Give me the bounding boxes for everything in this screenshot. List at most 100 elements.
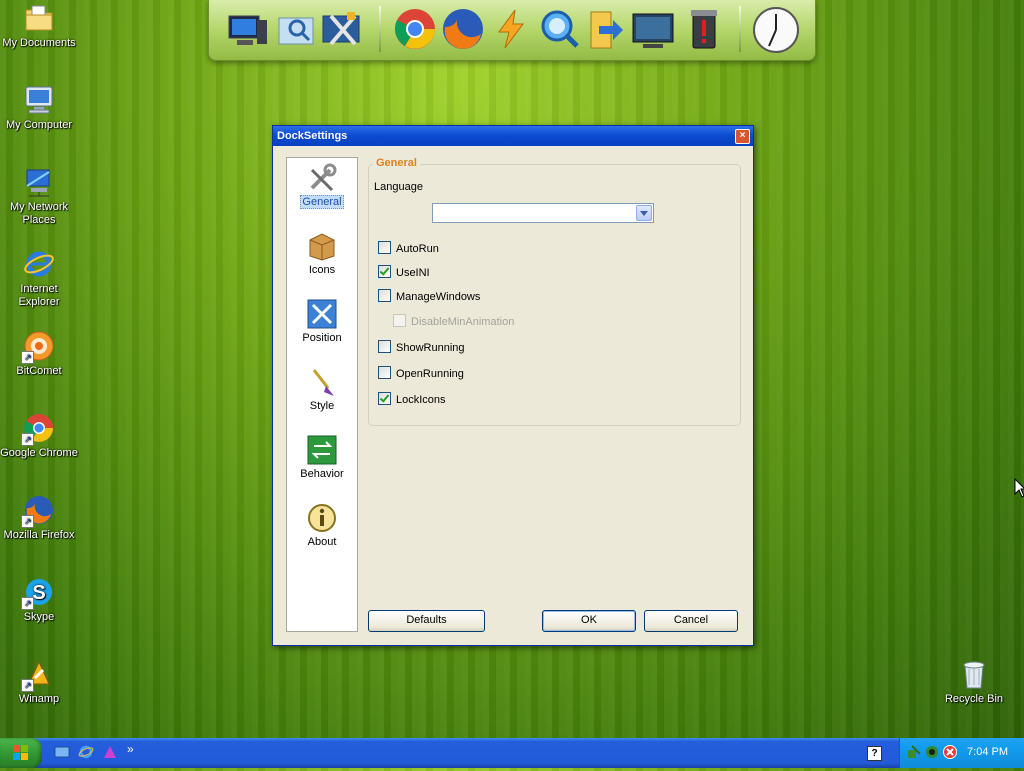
nav-item-behavior[interactable]: Behavior xyxy=(287,434,357,498)
box-icon xyxy=(306,230,338,262)
dock-folder-icon[interactable] xyxy=(585,6,629,52)
desktop-icon-label: My Documents xyxy=(2,37,76,49)
nav-item-label: Icons xyxy=(308,264,336,276)
nav-item-label: Behavior xyxy=(300,468,344,480)
dialog-title: DockSettings xyxy=(277,130,348,142)
defaults-button[interactable]: Defaults xyxy=(368,610,485,632)
desktop-icon-label: My Computer xyxy=(5,119,73,131)
taskbar: » ? 7:04 PM xyxy=(0,738,1024,768)
desktop-icon-firefox[interactable]: ↗ Mozilla Firefox xyxy=(0,494,78,542)
quicklaunch-more-icon[interactable]: » xyxy=(127,742,134,756)
desktop-icon-label: Recycle Bin xyxy=(944,693,1004,705)
desktop-icon-recycle-bin[interactable]: Recycle Bin xyxy=(935,658,1013,706)
bitcomet-icon: ↗ xyxy=(21,330,55,364)
dialog-titlebar[interactable]: DockSettings × xyxy=(273,126,753,146)
nav-item-about[interactable]: About xyxy=(287,502,357,566)
cancel-button[interactable]: Cancel xyxy=(644,610,738,632)
desktop-icon-label: Skype xyxy=(23,611,55,623)
firefox-icon: ↗ xyxy=(21,494,55,528)
system-tray: 7:04 PM xyxy=(899,738,1024,768)
group-title: General xyxy=(373,157,420,169)
nav-item-label: Position xyxy=(302,332,342,344)
nav-item-label: About xyxy=(307,536,337,548)
dock-recycle-icon[interactable] xyxy=(683,6,727,52)
desktop-icon-label: Mozilla Firefox xyxy=(3,529,75,541)
dock-firefox-icon[interactable] xyxy=(441,6,485,52)
desktop-icon-network[interactable]: My Network Places xyxy=(0,166,78,227)
language-select[interactable] xyxy=(432,203,654,223)
nav-item-icons[interactable]: Icons xyxy=(287,230,357,294)
chrome-icon: ↗ xyxy=(21,412,55,446)
option-managewindows[interactable]: ManageWindows xyxy=(378,289,480,305)
ie-quicklaunch-icon[interactable] xyxy=(78,744,94,760)
desktop-icon-label: BitComet xyxy=(16,365,62,377)
dock-display-icon[interactable] xyxy=(275,6,319,52)
folder-documents-icon xyxy=(23,2,55,34)
desktop-icon-my-documents[interactable]: My Documents xyxy=(0,2,78,50)
dock-settings-dialog: DockSettings × General Icons Position St… xyxy=(272,125,754,646)
brush-icon xyxy=(306,366,338,398)
close-icon[interactable]: × xyxy=(735,129,750,144)
option-label: ManageWindows xyxy=(396,291,481,303)
windows-logo-icon xyxy=(13,745,28,760)
dock-clock-icon[interactable] xyxy=(753,6,799,53)
option-lockicons[interactable]: LockIcons xyxy=(378,392,446,408)
desktop-icon-ie[interactable]: Internet Explorer xyxy=(0,248,78,309)
desktop-icon-winamp[interactable]: ↗ Winamp xyxy=(0,658,78,706)
alert-tray-icon[interactable] xyxy=(942,744,958,760)
checkbox[interactable] xyxy=(378,289,391,302)
option-label: ShowRunning xyxy=(396,342,465,354)
checkbox-disabled xyxy=(393,314,406,327)
tools-icon xyxy=(306,162,338,194)
dock-chrome-icon[interactable] xyxy=(393,6,437,52)
desktop-icon-label: Winamp xyxy=(18,693,60,705)
nav-item-general[interactable]: General xyxy=(287,162,357,226)
nav-item-position[interactable]: Position xyxy=(287,298,357,362)
dock-search-icon[interactable] xyxy=(537,6,581,52)
recycle-bin-icon xyxy=(958,658,990,690)
checkbox-checked[interactable] xyxy=(378,392,391,405)
option-autorun[interactable]: AutoRun xyxy=(378,241,439,257)
computer-icon xyxy=(23,84,55,116)
clock[interactable]: 7:04 PM xyxy=(967,746,1008,758)
show-desktop-icon[interactable] xyxy=(54,744,70,760)
start-button[interactable] xyxy=(0,738,42,768)
checkbox[interactable] xyxy=(378,366,391,379)
option-showrunning[interactable]: ShowRunning xyxy=(378,340,465,356)
nav-item-label: Style xyxy=(309,400,335,412)
desktop-icon-chrome[interactable]: ↗ Google Chrome xyxy=(0,412,78,460)
option-useini[interactable]: UseINI xyxy=(378,265,430,281)
nav-item-style[interactable]: Style xyxy=(287,366,357,430)
svg-text:S: S xyxy=(32,582,45,604)
desktop-icon-bitcomet[interactable]: ↗ BitComet xyxy=(0,330,78,378)
checkbox-checked[interactable] xyxy=(378,265,391,278)
winamp-icon: ↗ xyxy=(21,658,55,692)
ie-icon xyxy=(23,248,55,280)
settings-nav: General Icons Position Style Behavior Ab… xyxy=(286,157,358,632)
dock-flashget-icon[interactable] xyxy=(489,6,533,52)
security-tray-icon[interactable] xyxy=(924,744,940,760)
mouse-cursor-icon xyxy=(1014,477,1024,501)
arrows-icon xyxy=(306,298,338,330)
winamp-quicklaunch-icon[interactable] xyxy=(102,744,118,760)
desktop-icon-skype[interactable]: S ↗ Skype xyxy=(0,576,78,624)
checkbox[interactable] xyxy=(378,241,391,254)
dock-separator xyxy=(739,6,741,52)
desktop-icon-label: My Network Places xyxy=(9,201,69,226)
network-icon xyxy=(23,166,55,198)
dock-tools-icon[interactable] xyxy=(321,6,365,52)
network-tray-icon[interactable] xyxy=(906,744,922,760)
checkbox[interactable] xyxy=(378,340,391,353)
option-label: AutoRun xyxy=(396,243,439,255)
dock-separator xyxy=(379,6,381,52)
option-openrunning[interactable]: OpenRunning xyxy=(378,366,464,382)
option-label: UseINI xyxy=(396,267,430,279)
chevron-down-icon[interactable] xyxy=(636,205,652,221)
behavior-icon xyxy=(306,434,338,466)
help-icon[interactable]: ? xyxy=(867,746,882,761)
dock-monitor-icon[interactable] xyxy=(631,6,675,52)
desktop-icon-my-computer[interactable]: My Computer xyxy=(0,84,78,132)
dock-my-computer-icon[interactable] xyxy=(225,6,269,52)
ok-button[interactable]: OK xyxy=(542,610,636,632)
dock-bar xyxy=(208,0,816,61)
